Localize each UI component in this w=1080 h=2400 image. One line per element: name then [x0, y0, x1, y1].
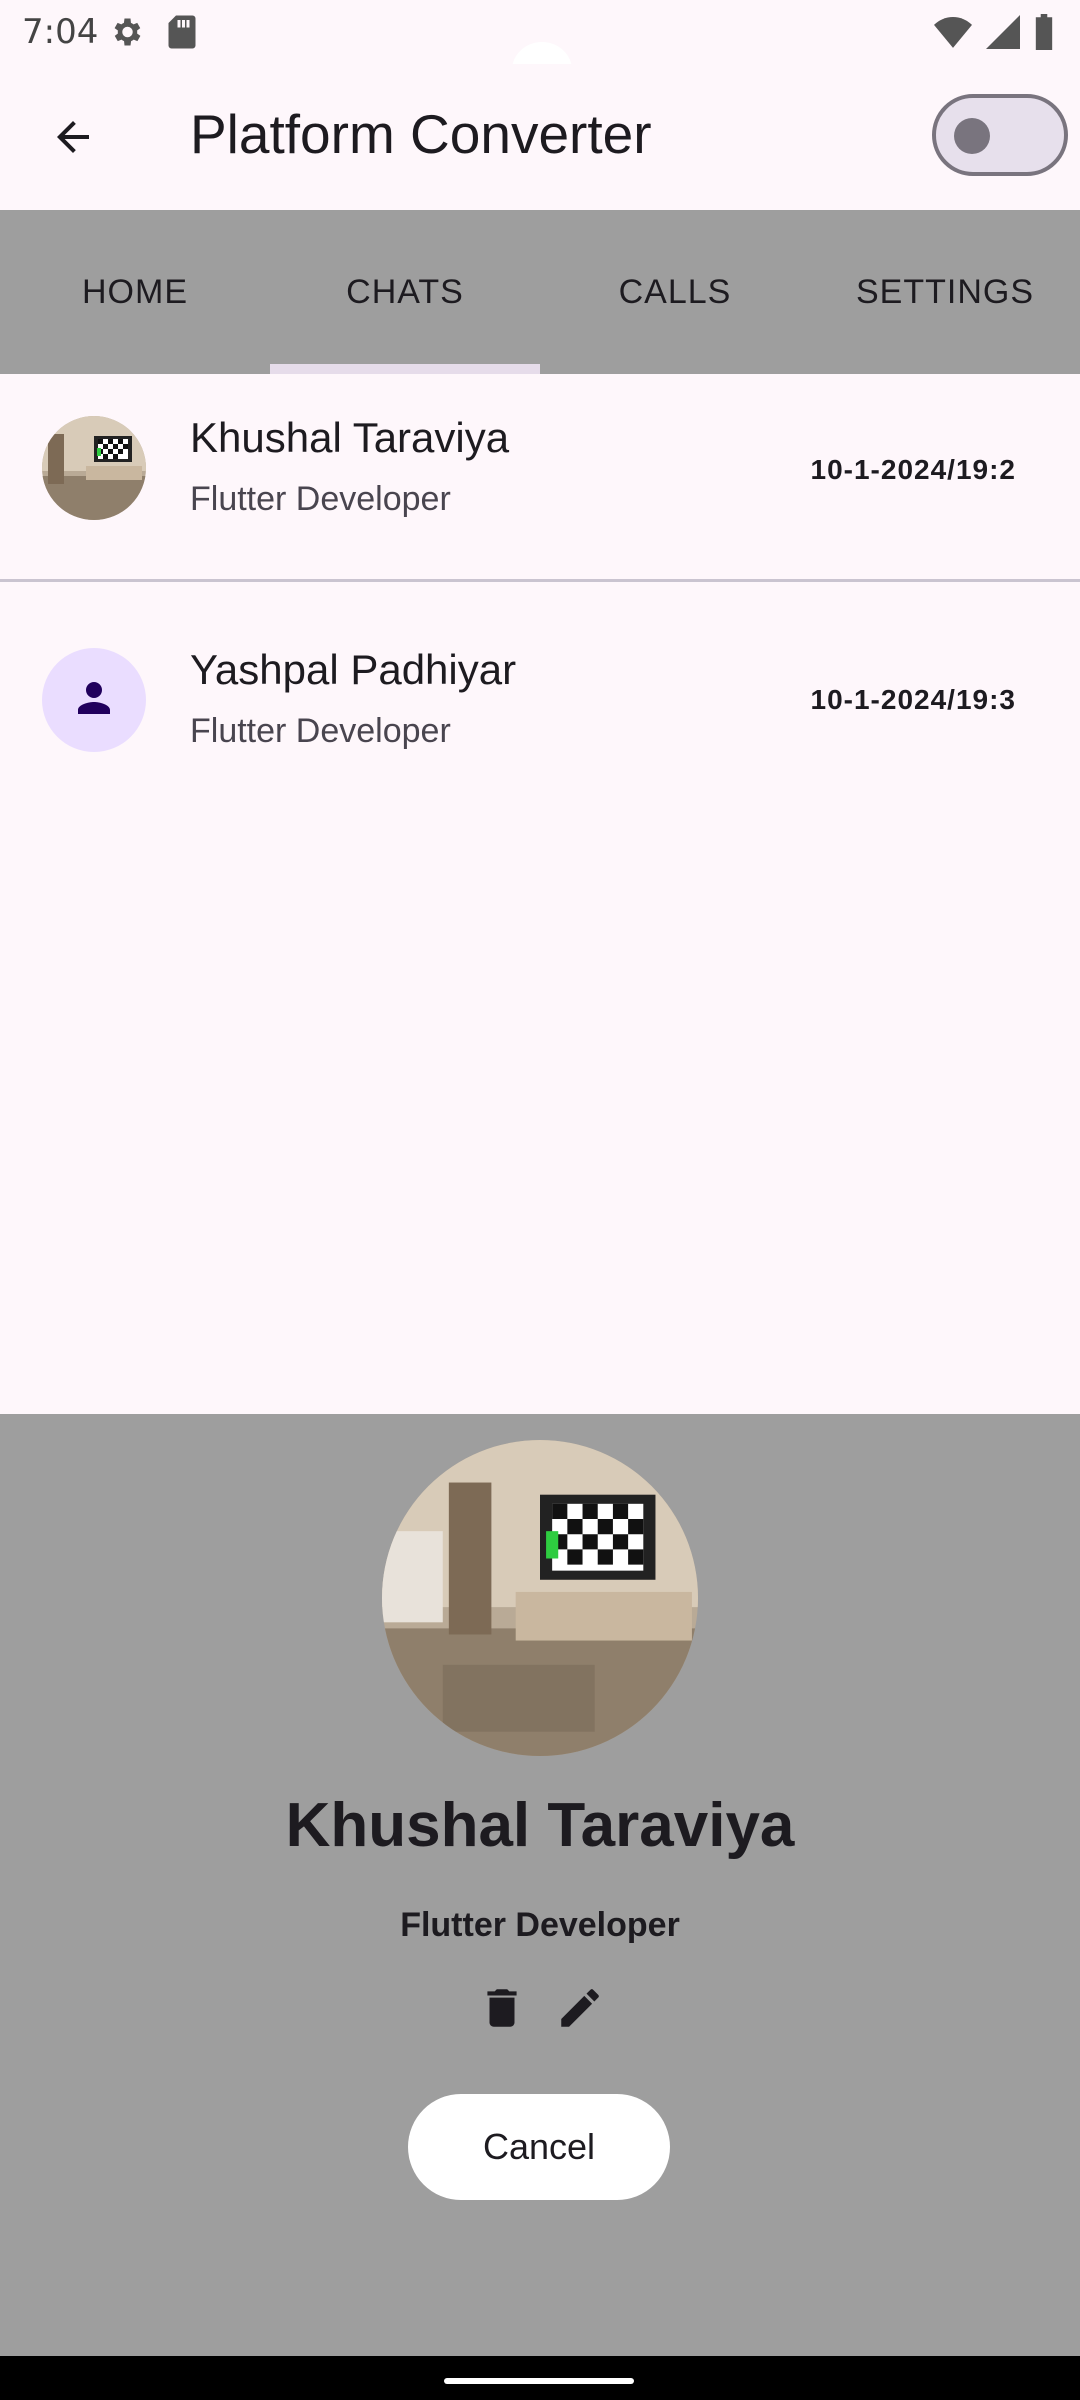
- room-photo-icon: [382, 1440, 698, 1756]
- tab-settings[interactable]: SETTINGS: [810, 210, 1080, 374]
- delete-button[interactable]: [474, 1982, 530, 2038]
- edit-button[interactable]: [552, 1982, 608, 2038]
- arrow-back-icon: [49, 113, 97, 166]
- list-item[interactable]: Khushal Taraviya Flutter Developer 10-1-…: [0, 376, 1080, 582]
- status-bar: 7:04: [0, 0, 1080, 98]
- gear-icon: [108, 14, 144, 55]
- cancel-button[interactable]: Cancel: [408, 2094, 670, 2200]
- tab-label: CALLS: [618, 272, 732, 311]
- chat-time: 10-1-2024/19:3: [810, 684, 1016, 715]
- chat-time: 10-1-2024/19:2: [810, 454, 1016, 485]
- avatar[interactable]: [42, 416, 146, 520]
- app-bar: Platform Converter: [0, 64, 1080, 210]
- sd-card-icon: [166, 14, 198, 55]
- chat-name: Yashpal Padhiyar: [190, 646, 517, 693]
- signal-icon: [986, 15, 1020, 54]
- battery-icon: [1034, 14, 1054, 55]
- page-title: Platform Converter: [190, 103, 652, 165]
- room-photo-icon: [42, 416, 146, 520]
- back-button[interactable]: [38, 104, 108, 174]
- tab-label: CHATS: [346, 272, 464, 311]
- platform-toggle-switch[interactable]: [932, 94, 1068, 176]
- tab-bar: HOME CHATS CALLS SETTINGS: [0, 210, 1080, 374]
- avatar[interactable]: [42, 648, 146, 752]
- contact-bottom-sheet: Khushal Taraviya Flutter Developer Cance…: [0, 1414, 1080, 2360]
- tab-home[interactable]: HOME: [0, 210, 270, 374]
- person-icon: [70, 674, 118, 727]
- contact-role: Flutter Developer: [400, 1906, 680, 1944]
- sheet-avatar: [382, 1440, 698, 1756]
- delete-icon: [477, 1983, 527, 2038]
- home-gesture-handle[interactable]: [444, 2378, 634, 2384]
- chat-subtitle: Flutter Developer: [190, 712, 451, 750]
- status-time: 7:04: [22, 12, 99, 52]
- tab-label: SETTINGS: [855, 272, 1035, 311]
- tab-label: HOME: [82, 272, 188, 311]
- system-nav-bar: [0, 2356, 1080, 2400]
- wifi-icon: [934, 16, 972, 53]
- tab-chats[interactable]: CHATS: [270, 210, 540, 374]
- chat-name: Khushal Taraviya: [190, 414, 510, 461]
- edit-icon: [555, 1983, 605, 2038]
- contact-name: Khushal Taraviya: [285, 1791, 795, 1860]
- chat-subtitle: Flutter Developer: [190, 480, 451, 518]
- tab-indicator: [270, 364, 540, 374]
- tab-calls[interactable]: CALLS: [540, 210, 810, 374]
- toggle-knob: [954, 118, 990, 154]
- list-item[interactable]: Yashpal Padhiyar Flutter Developer 10-1-…: [0, 596, 1080, 802]
